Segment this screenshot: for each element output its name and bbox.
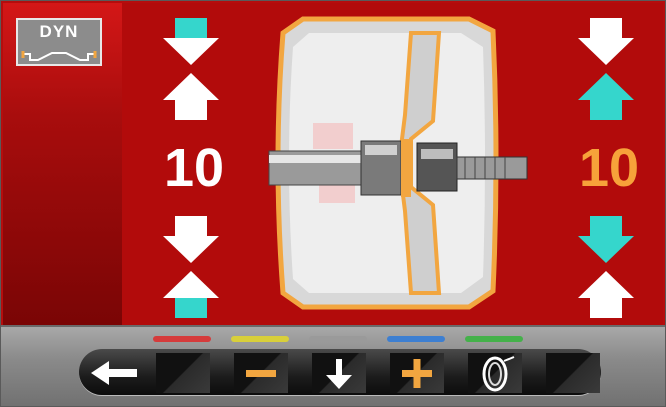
down-button[interactable] xyxy=(312,353,366,393)
wheel-button[interactable] xyxy=(468,353,522,393)
back-button[interactable] xyxy=(81,353,151,393)
indicator-blue xyxy=(387,336,445,342)
back-arrow-icon xyxy=(91,361,137,385)
right-plane-down-arrows[interactable] xyxy=(576,213,636,321)
right-plane-up-arrows[interactable] xyxy=(576,15,636,123)
indicator-red xyxy=(153,336,211,342)
function-button-1[interactable] xyxy=(156,353,210,393)
plus-button[interactable] xyxy=(390,353,444,393)
wheel-icon xyxy=(482,356,515,392)
minus-button[interactable] xyxy=(234,353,288,393)
indicator-green xyxy=(465,336,523,342)
wheel-rim-diagram xyxy=(268,16,528,310)
indicator-gray xyxy=(309,336,367,342)
minus-icon xyxy=(246,370,276,377)
rim-profile-icon xyxy=(21,51,97,61)
down-arrow-icon xyxy=(326,359,352,389)
left-plane-up-arrows[interactable] xyxy=(161,15,221,123)
left-plane-down-arrows[interactable] xyxy=(161,213,221,321)
bottom-toolbar xyxy=(1,325,665,406)
right-plane-value: 10 xyxy=(578,138,640,198)
balancer-screen: DYN 10 10 xyxy=(0,0,666,407)
indicator-yellow xyxy=(231,336,289,342)
mode-badge[interactable]: DYN xyxy=(16,18,102,66)
left-plane-value: 10 xyxy=(163,138,225,198)
function-button-7[interactable] xyxy=(546,353,600,393)
plus-icon xyxy=(402,359,432,388)
